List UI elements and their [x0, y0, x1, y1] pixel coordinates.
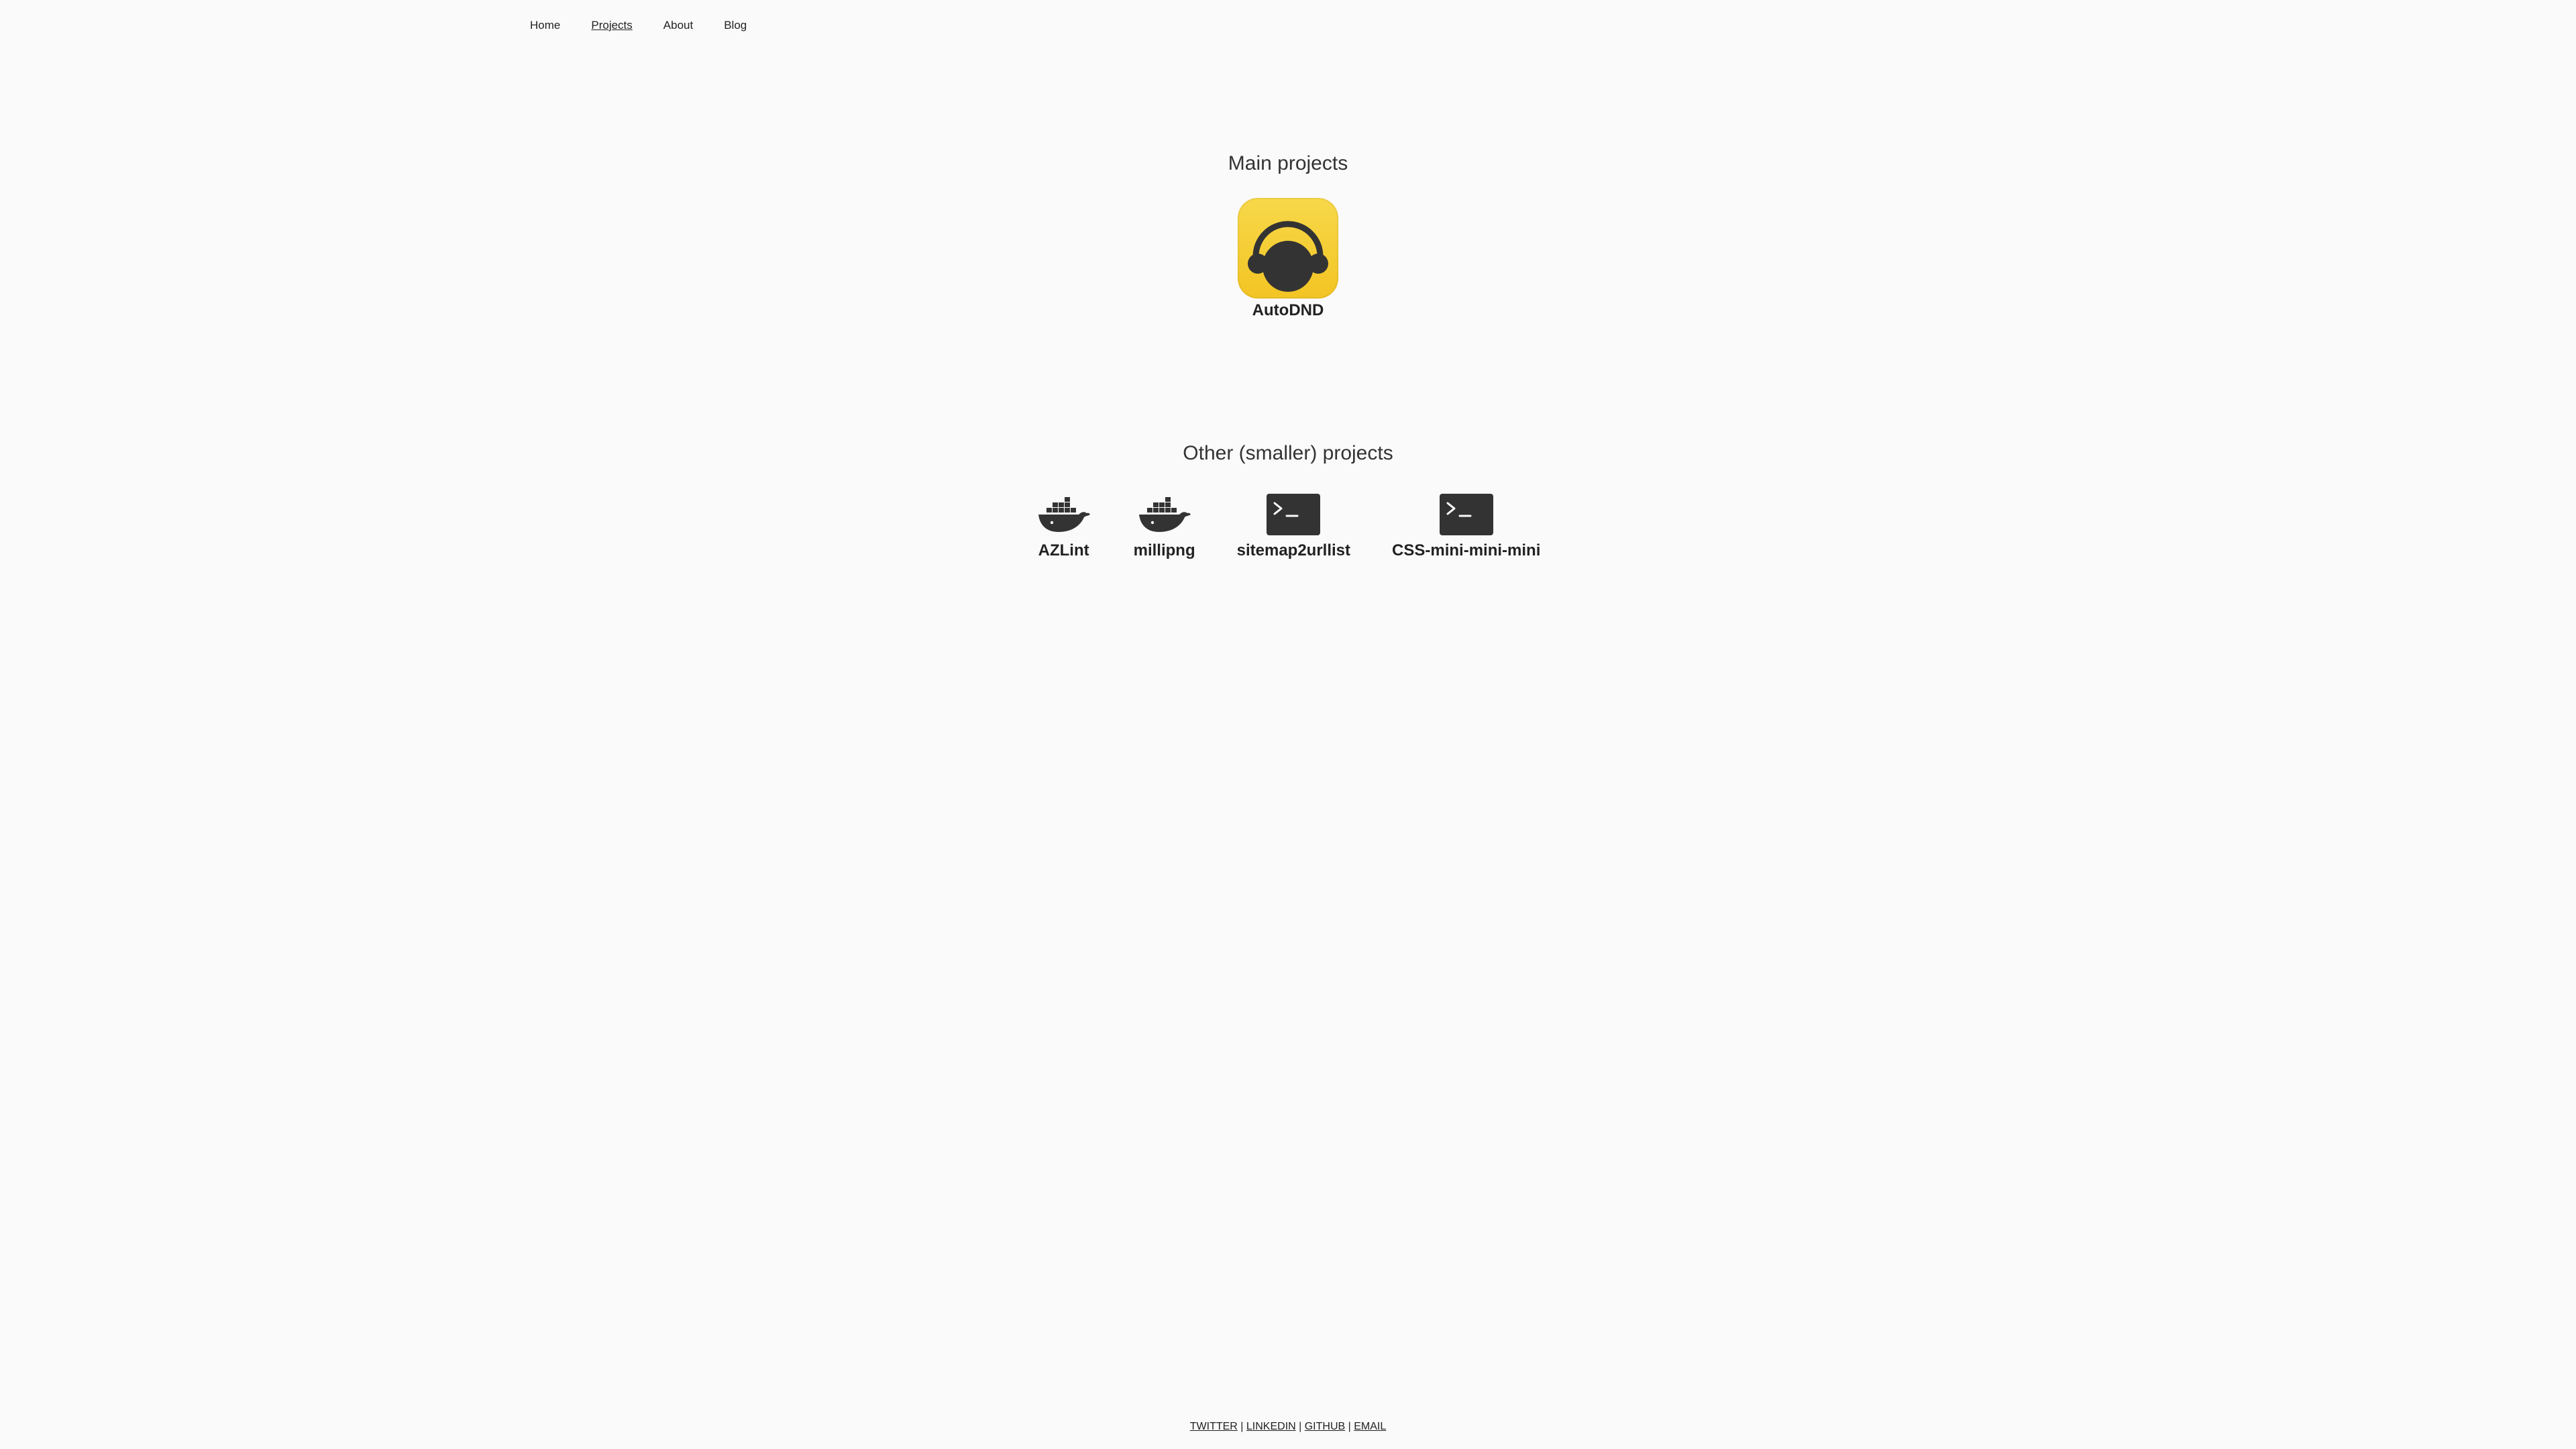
footer-linkedin-link[interactable]: LINKEDIN — [1246, 1421, 1296, 1432]
nav-home-link[interactable]: Home — [530, 19, 560, 32]
footer-separator: | — [1295, 1421, 1305, 1432]
footer: TWITTER | LINKEDIN | GITHUB | EMAIL — [0, 1421, 2576, 1433]
project-millipng[interactable]: millipng — [1134, 493, 1195, 560]
project-label: AZLint — [1038, 541, 1089, 559]
project-label: sitemap2urllist — [1236, 541, 1351, 559]
terminal-icon — [1265, 493, 1322, 536]
other-projects-grid: AZLint millipng sitemap2urllist CSS-mini… — [0, 493, 2576, 560]
project-label: CSS-mini-mini-mini — [1392, 541, 1541, 559]
main-projects-heading: Main projects — [1228, 152, 1348, 174]
nav-blog-link[interactable]: Blog — [724, 19, 747, 32]
footer-separator: | — [1237, 1421, 1246, 1432]
nav-about-link[interactable]: About — [663, 19, 693, 32]
project-azlint[interactable]: AZLint — [1036, 493, 1092, 560]
project-label: millipng — [1133, 541, 1195, 559]
footer-email-link[interactable]: EMAIL — [1354, 1421, 1386, 1432]
project-css-mini-mini-mini[interactable]: CSS-mini-mini-mini — [1392, 493, 1540, 560]
project-sitemap2urllist[interactable]: sitemap2urllist — [1237, 493, 1350, 560]
project-label: AutoDND — [1252, 301, 1324, 319]
footer-separator: | — [1345, 1421, 1354, 1432]
main-projects-grid: AutoDND — [0, 198, 2576, 320]
footer-github-link[interactable]: GITHUB — [1305, 1421, 1345, 1432]
docker-whale-icon — [1036, 493, 1092, 536]
terminal-icon — [1438, 493, 1495, 536]
nav-projects-link[interactable]: Projects — [591, 19, 632, 32]
top-nav: Home Projects About Blog — [530, 19, 747, 32]
footer-twitter-link[interactable]: TWITTER — [1190, 1421, 1238, 1432]
headphones-icon — [1238, 198, 1338, 299]
project-autodnd[interactable]: AutoDND — [1238, 198, 1338, 320]
docker-whale-icon — [1136, 493, 1193, 536]
other-projects-heading: Other (smaller) projects — [1183, 442, 1393, 464]
